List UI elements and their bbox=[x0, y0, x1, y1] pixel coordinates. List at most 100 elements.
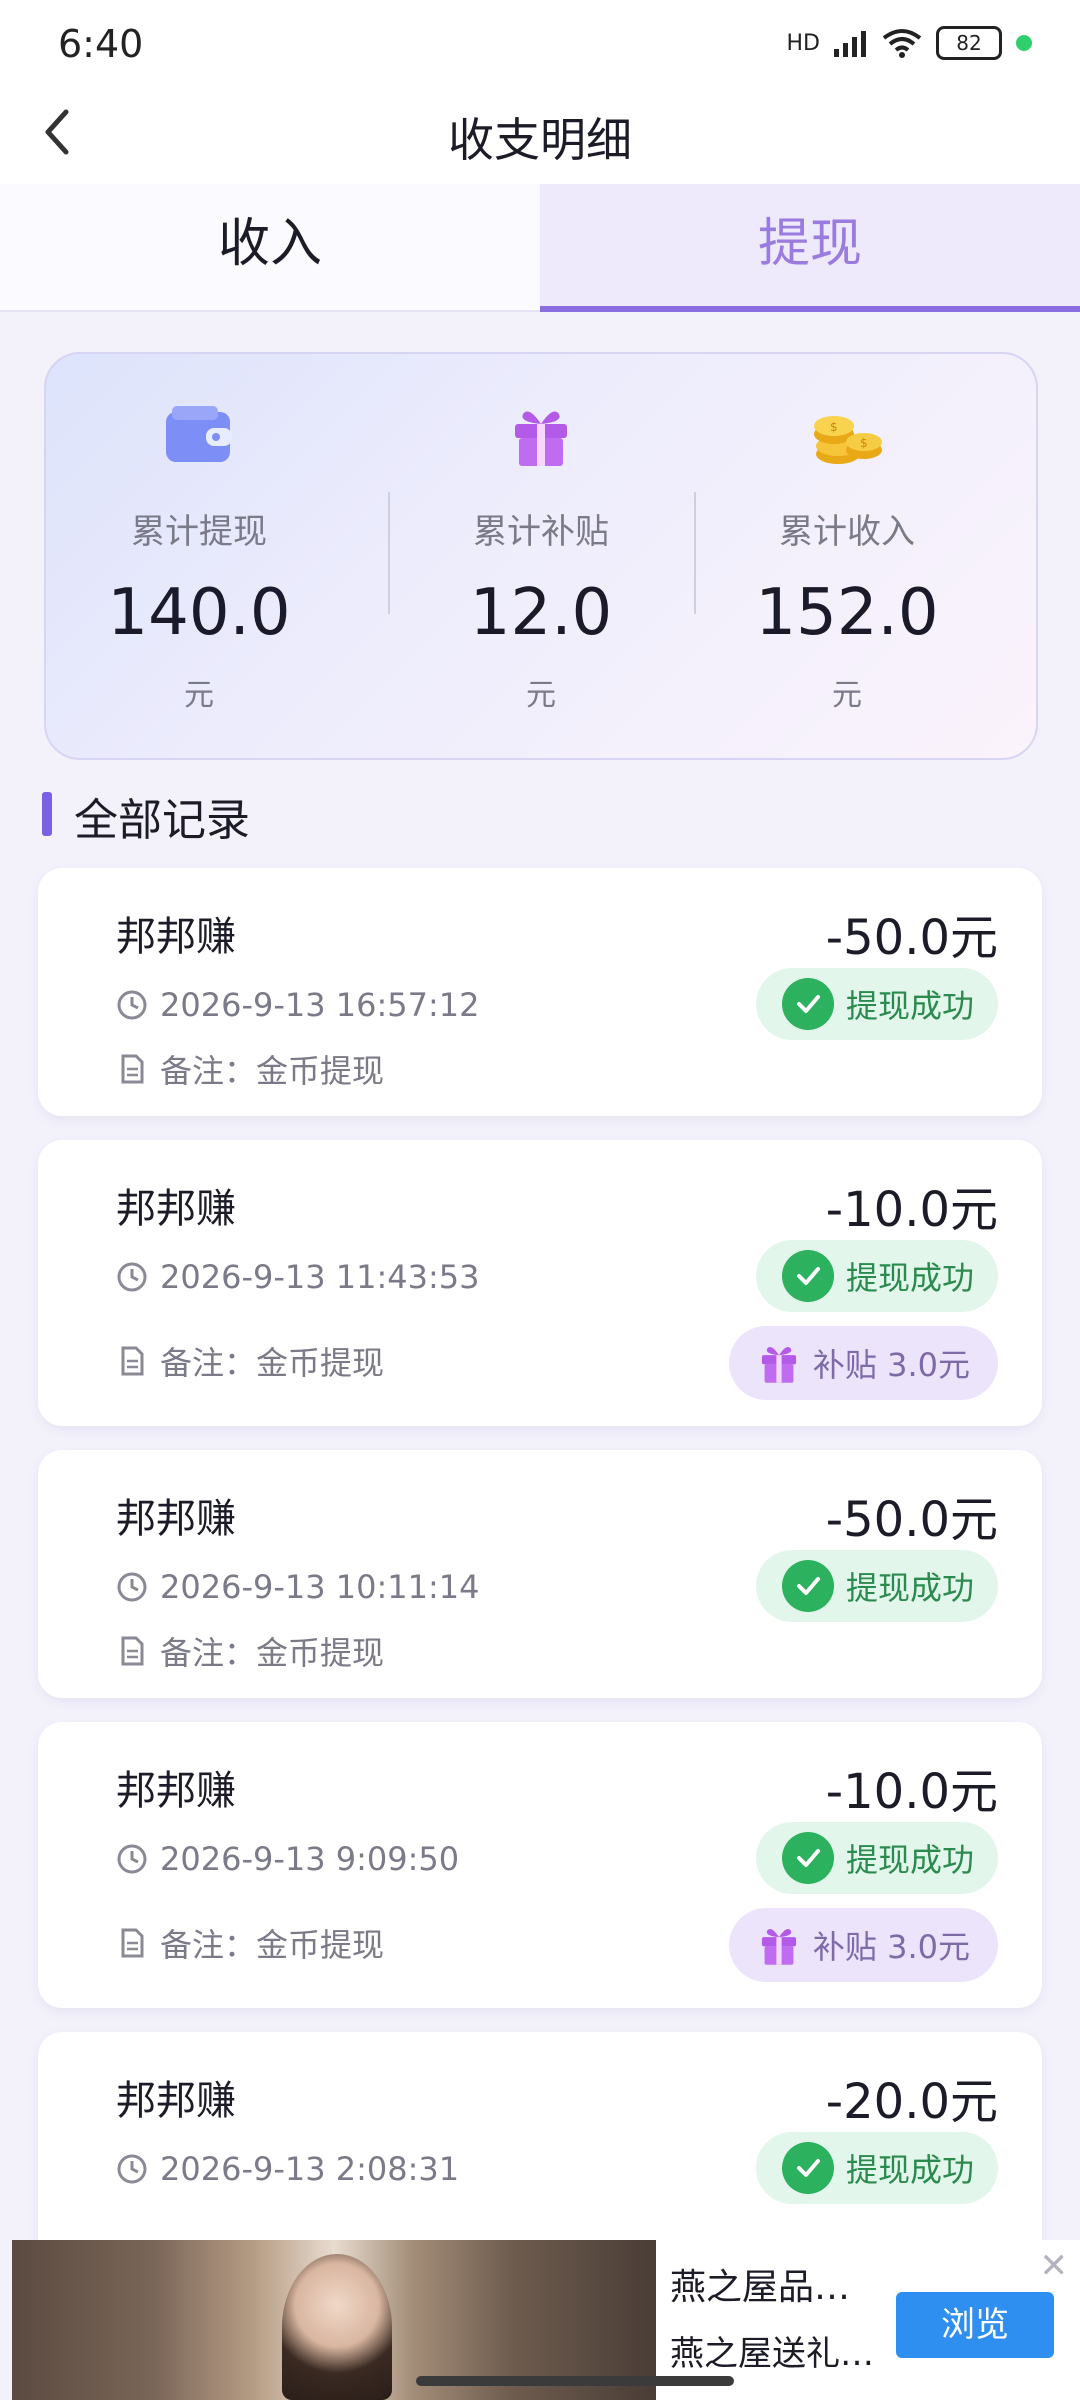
record-card[interactable]: 邦邦赚 -20.0元 2026-9-13 2:08:31 提现成功 bbox=[38, 2032, 1042, 2240]
record-note: 备注：金币提现 bbox=[160, 1344, 385, 1382]
gift-icon bbox=[761, 1346, 796, 1383]
stat-value: 140.0 bbox=[107, 576, 291, 650]
record-time-row: 2026-9-13 10:11:14 bbox=[116, 1568, 480, 1606]
record-time-row: 2026-9-13 11:43:53 bbox=[116, 1258, 480, 1296]
wifi-icon bbox=[882, 29, 922, 58]
document-icon bbox=[121, 1346, 144, 1376]
record-time-row: 2026-9-13 9:09:50 bbox=[116, 1840, 459, 1878]
record-name: 邦邦赚 bbox=[116, 1496, 236, 1542]
svg-text:$: $ bbox=[860, 436, 868, 450]
record-name: 邦邦赚 bbox=[116, 1186, 236, 1232]
tab-income[interactable]: 收入 bbox=[0, 184, 540, 310]
status-text: 提现成功 bbox=[845, 1569, 974, 1607]
record-card[interactable]: 邦邦赚 -50.0元 2026-9-13 16:57:12 备注：金币提现 提现… bbox=[38, 868, 1042, 1116]
wallet-icon bbox=[164, 404, 234, 468]
subsidy-text: 补贴 3.0元 bbox=[812, 1346, 970, 1384]
document-icon bbox=[121, 1928, 144, 1958]
gift-icon bbox=[761, 1928, 796, 1965]
status-badge: 提现成功 bbox=[755, 2132, 998, 2204]
record-note-row: 备注：金币提现 bbox=[116, 1628, 384, 1674]
record-note-row: 备注：金币提现 bbox=[116, 1920, 384, 1966]
record-card[interactable]: 邦邦赚 -10.0元 2026-9-13 11:43:53 备注：金币提现 提现… bbox=[38, 1140, 1042, 1426]
check-circle-icon bbox=[781, 978, 834, 1030]
record-note-row: 备注：金币提现 bbox=[116, 1046, 384, 1092]
tab-withdraw-label: 提现 bbox=[757, 214, 862, 274]
page-title: 收支明细 bbox=[448, 113, 632, 167]
status-badge: 提现成功 bbox=[755, 1822, 998, 1894]
stat-unit: 元 bbox=[184, 678, 214, 713]
document-icon bbox=[121, 1636, 144, 1666]
stat-total-income: $ $ 累计收入 152.0 元 bbox=[694, 354, 1000, 758]
record-time: 2026-9-13 11:43:53 bbox=[160, 1258, 480, 1296]
document-icon bbox=[121, 1054, 144, 1084]
stat-label: 累计收入 bbox=[779, 512, 915, 552]
status-bar: 6:40 HD 82 bbox=[0, 0, 1080, 96]
record-time: 2026-9-13 10:11:14 bbox=[160, 1568, 480, 1606]
subsidy-badge: 补贴 3.0元 bbox=[728, 1326, 998, 1400]
record-amount: -50.0元 bbox=[825, 1492, 998, 1548]
record-note: 备注：金币提现 bbox=[160, 1052, 385, 1090]
record-amount: -10.0元 bbox=[825, 1182, 998, 1238]
tab-underline bbox=[540, 306, 1080, 312]
ad-subtitle: 燕之屋送礼… bbox=[670, 2334, 874, 2374]
clock-icon bbox=[117, 1262, 147, 1292]
stat-label: 累计提现 bbox=[131, 512, 267, 552]
record-time-row: 2026-9-13 16:57:12 bbox=[116, 986, 480, 1024]
status-icons: HD 82 bbox=[787, 26, 1032, 60]
record-note: 备注：金币提现 bbox=[160, 1926, 385, 1964]
summary-card: 累计提现 140.0 元 累计补贴 12.0 元 $ $ 累计收入 152.0 … bbox=[44, 352, 1038, 760]
record-card[interactable]: 邦邦赚 -50.0元 2026-9-13 10:11:14 备注：金币提现 提现… bbox=[38, 1450, 1042, 1698]
signal-bars-icon bbox=[834, 31, 866, 57]
gift-icon bbox=[511, 404, 571, 472]
status-text: 提现成功 bbox=[845, 2151, 974, 2189]
stat-label: 累计补贴 bbox=[473, 512, 609, 552]
record-name: 邦邦赚 bbox=[116, 1768, 236, 1814]
top-bar: 收支明细 bbox=[0, 96, 1080, 184]
record-name: 邦邦赚 bbox=[116, 914, 236, 960]
record-time-row: 2026-9-13 2:08:31 bbox=[116, 2150, 459, 2188]
tab-bar: 收入 提现 bbox=[0, 184, 1080, 312]
ad-browse-button[interactable]: 浏览 bbox=[896, 2292, 1054, 2358]
clock-icon bbox=[117, 990, 147, 1020]
battery-indicator: 82 bbox=[936, 26, 1002, 60]
status-text: 提现成功 bbox=[845, 1259, 974, 1297]
home-indicator[interactable] bbox=[416, 2376, 734, 2386]
check-circle-icon bbox=[781, 1250, 834, 1302]
status-badge: 提现成功 bbox=[755, 968, 998, 1040]
stat-value: 152.0 bbox=[755, 576, 939, 650]
record-name: 邦邦赚 bbox=[116, 2078, 236, 2124]
stat-unit: 元 bbox=[832, 678, 862, 713]
check-circle-icon bbox=[781, 1560, 834, 1612]
record-amount: -50.0元 bbox=[825, 910, 998, 966]
status-text: 提现成功 bbox=[845, 987, 974, 1025]
clock-icon bbox=[117, 1844, 147, 1874]
stat-unit: 元 bbox=[526, 678, 556, 713]
clock-icon bbox=[117, 2154, 147, 2184]
section-accent-bar bbox=[42, 792, 52, 836]
ad-portrait bbox=[282, 2254, 392, 2400]
record-note-row: 备注：金币提现 bbox=[116, 1338, 384, 1384]
status-time: 6:40 bbox=[58, 22, 144, 66]
subsidy-badge: 补贴 3.0元 bbox=[728, 1908, 998, 1982]
coins-icon: $ $ bbox=[808, 404, 886, 474]
record-card[interactable]: 邦邦赚 -10.0元 2026-9-13 9:09:50 备注：金币提现 提现成… bbox=[38, 1722, 1042, 2008]
privacy-dot bbox=[1016, 35, 1032, 51]
stat-value: 12.0 bbox=[469, 576, 613, 650]
stat-total-withdraw: 累计提现 140.0 元 bbox=[46, 354, 352, 758]
svg-text:$: $ bbox=[830, 420, 838, 434]
record-note: 备注：金币提现 bbox=[160, 1634, 385, 1672]
record-time: 2026-9-13 2:08:31 bbox=[160, 2150, 460, 2188]
record-amount: -10.0元 bbox=[825, 1764, 998, 1820]
clock-icon bbox=[117, 1572, 147, 1602]
stat-total-subsidy: 累计补贴 12.0 元 bbox=[388, 354, 694, 758]
ad-title: 燕之屋品… bbox=[670, 2267, 851, 2308]
tab-withdraw[interactable]: 提现 bbox=[540, 184, 1080, 312]
close-icon[interactable]: ✕ bbox=[1040, 2246, 1069, 2286]
subsidy-text: 补贴 3.0元 bbox=[812, 1928, 970, 1966]
status-text: 提现成功 bbox=[845, 1841, 974, 1879]
signal-icon: HD bbox=[786, 30, 820, 56]
tab-income-label: 收入 bbox=[217, 214, 322, 274]
record-amount: -20.0元 bbox=[825, 2074, 998, 2130]
status-badge: 提现成功 bbox=[755, 1240, 998, 1312]
record-time: 2026-9-13 9:09:50 bbox=[160, 1840, 460, 1878]
